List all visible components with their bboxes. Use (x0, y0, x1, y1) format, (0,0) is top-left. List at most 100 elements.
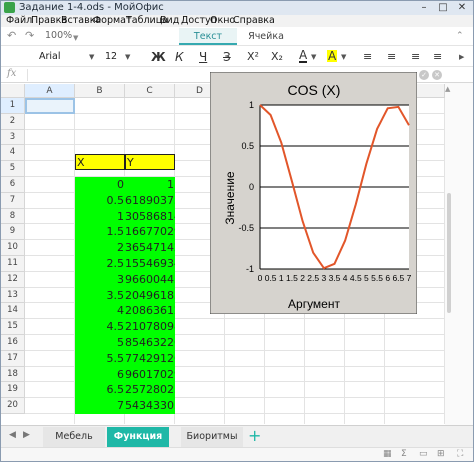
collapse-toolbar-icon[interactable]: ⌃ (456, 30, 464, 42)
underline-button[interactable]: Ч (199, 50, 207, 64)
italic-button[interactable]: К (175, 50, 184, 64)
sheet-tab-bioritmy[interactable]: Биоритмы (181, 427, 243, 447)
table-cell-x[interactable]: 1.5 (75, 224, 125, 241)
table-cell-y[interactable]: 77429126 (125, 350, 175, 367)
confirm-icon[interactable]: ✓ (419, 70, 429, 80)
table-cell-y[interactable]: 36547142 (125, 240, 175, 256)
table-cell-x[interactable]: 6.5 (75, 382, 125, 399)
table-cell-x[interactable]: 3 (75, 271, 125, 288)
table-cell-y[interactable]: 54343305 (125, 398, 175, 414)
menu-view[interactable]: Вид (160, 15, 179, 27)
close-icon[interactable]: ✕ (453, 1, 471, 15)
sum-icon[interactable]: Σ (401, 449, 407, 459)
align-justify-icon[interactable]: ≡ (433, 50, 442, 64)
cell-header-x[interactable]: X (75, 154, 125, 170)
row-header[interactable]: 10 (1, 240, 25, 256)
table-cell-x[interactable]: 4 (75, 303, 125, 320)
column-header-b[interactable]: B (75, 84, 125, 98)
prev-sheet-icon[interactable]: ◀ (9, 430, 16, 440)
row-header[interactable]: 9 (1, 224, 25, 241)
row-header[interactable]: 3 (1, 129, 25, 146)
text-color-dropdown-icon[interactable]: ▼ (311, 52, 316, 62)
table-cell-y[interactable]: 30586814 (125, 208, 175, 225)
table-cell-y[interactable]: 21078098 (125, 319, 175, 335)
column-header-c[interactable]: C (125, 84, 175, 98)
table-cell-x[interactable]: 3.5 (75, 287, 125, 304)
table-cell-x[interactable]: 1 (75, 208, 125, 225)
table-cell-x[interactable]: 5.5 (75, 350, 125, 367)
table-cell-y[interactable]: 16677029 (125, 224, 175, 241)
tab-text[interactable]: Текст (179, 28, 237, 45)
zoom-in-icon[interactable]: ⊞ (437, 449, 445, 459)
table-cell-x[interactable]: 2.5 (75, 256, 125, 272)
font-size-select[interactable]: 12 (105, 51, 117, 63)
select-all-corner[interactable] (1, 84, 25, 98)
superscript-button[interactable]: X² (247, 50, 259, 64)
zoom-out-icon[interactable]: ▭ (419, 449, 428, 459)
align-left-icon[interactable]: ≡ (363, 50, 372, 64)
redo-icon[interactable]: ↷ (25, 30, 34, 42)
table-cell-x[interactable]: 0 (75, 177, 125, 193)
row-header[interactable]: 12 (1, 271, 25, 288)
align-center-icon[interactable]: ≡ (387, 50, 396, 64)
row-header[interactable]: 19 (1, 382, 25, 399)
align-right-icon[interactable]: ≡ (411, 50, 420, 64)
font-name-dropdown-icon[interactable]: ▼ (89, 52, 94, 62)
vertical-scrollbar[interactable]: ▲ (445, 83, 473, 425)
cell-header-y[interactable]: Y (125, 154, 175, 170)
table-cell-y[interactable]: 1 (125, 177, 175, 193)
row-header[interactable]: 16 (1, 335, 25, 351)
next-sheet-icon[interactable]: ▶ (23, 430, 30, 440)
table-cell-y[interactable]: 15546934 (125, 256, 175, 272)
row-header[interactable]: 18 (1, 366, 25, 383)
strikethrough-button[interactable]: З (223, 50, 231, 64)
cancel-icon[interactable]: ✕ (432, 70, 442, 80)
table-cell-y[interactable]: 85463226 (125, 335, 175, 351)
table-cell-y[interactable]: 25728023 (125, 382, 175, 399)
sheet-tab-funktsiya[interactable]: Функция (107, 427, 169, 447)
tab-cell[interactable]: Ячейка (237, 28, 295, 45)
row-header[interactable]: 6 (1, 177, 25, 193)
table-cell-y[interactable]: 96600445 (125, 271, 175, 288)
row-header[interactable]: 4 (1, 145, 25, 162)
subscript-button[interactable]: X₂ (271, 50, 283, 64)
table-cell-y[interactable]: 20863612 (125, 303, 175, 320)
row-header[interactable]: 17 (1, 350, 25, 367)
bold-button[interactable]: Ж (151, 50, 166, 64)
maximize-icon[interactable]: □ (434, 1, 452, 15)
sheet-tab-mebel[interactable]: Мебель (43, 427, 105, 447)
font-size-dropdown-icon[interactable]: ▼ (125, 52, 130, 62)
highlight-dropdown-icon[interactable]: ▼ (341, 52, 346, 62)
undo-icon[interactable]: ↶ (7, 30, 16, 42)
row-header[interactable]: 8 (1, 208, 25, 225)
table-cell-x[interactable]: 4.5 (75, 319, 125, 335)
table-cell-x[interactable]: 6 (75, 366, 125, 383)
scroll-up-icon[interactable]: ▲ (445, 85, 450, 93)
more-toolbar-icon[interactable]: ▶ (459, 52, 464, 62)
row-header[interactable]: 7 (1, 192, 25, 209)
menu-help[interactable]: Справка (233, 15, 275, 27)
table-cell-x[interactable]: 0.5 (75, 192, 125, 209)
table-cell-y[interactable]: 96017029 (125, 366, 175, 383)
table-cell-y[interactable]: 61890373 (125, 192, 175, 209)
row-header[interactable]: 1 (1, 98, 25, 114)
minimize-icon[interactable]: – (415, 1, 433, 15)
add-sheet-button[interactable]: + (248, 427, 261, 445)
table-cell-x[interactable]: 5 (75, 335, 125, 351)
fullscreen-icon[interactable]: ⛶ (457, 449, 463, 459)
menu-window[interactable]: Окно (210, 15, 235, 27)
highlight-color-button[interactable]: A (327, 50, 338, 62)
zoom-level[interactable]: 100% (45, 30, 72, 42)
table-cell-y[interactable]: 20496183 (125, 287, 175, 304)
row-header[interactable]: 15 (1, 319, 25, 335)
row-header[interactable]: 5 (1, 161, 25, 177)
row-header[interactable]: 14 (1, 303, 25, 320)
font-name-select[interactable]: Arial (39, 51, 61, 63)
row-header[interactable]: 2 (1, 113, 25, 130)
active-cell-a1[interactable] (25, 98, 75, 114)
row-header[interactable]: 11 (1, 256, 25, 272)
zoom-dropdown-icon[interactable]: ▼ (73, 32, 78, 44)
row-header[interactable]: 20 (1, 398, 25, 414)
table-cell-x[interactable]: 7 (75, 398, 125, 414)
column-header-a[interactable]: A (25, 84, 75, 98)
